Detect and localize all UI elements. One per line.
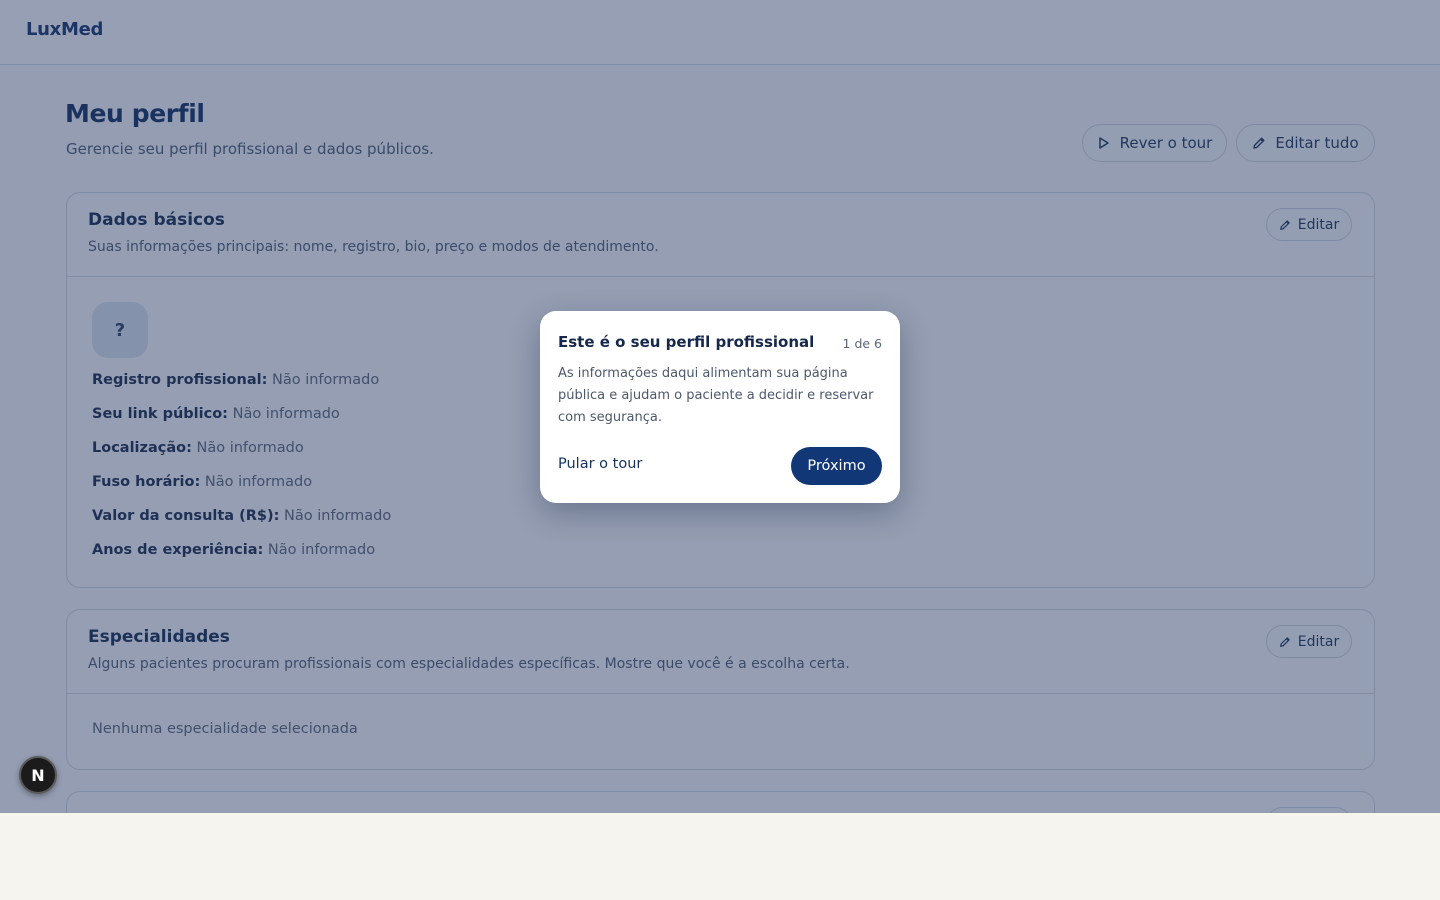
skip-tour-button[interactable]: Pular o tour [558, 456, 642, 472]
app-window: LuxMed Meu perfil Gerencie seu perfil pr… [0, 0, 1440, 813]
tour-body: As informações daqui alimentam sua págin… [558, 366, 874, 425]
tour-popover: Este é o seu perfil profissional 1 de 6 … [540, 311, 900, 503]
tour-step-counter: 1 de 6 [842, 336, 882, 351]
next-step-button[interactable]: Próximo [791, 447, 882, 485]
dev-tools-badge[interactable]: N [19, 756, 57, 794]
tour-title: Este é o seu perfil profissional [558, 333, 815, 351]
